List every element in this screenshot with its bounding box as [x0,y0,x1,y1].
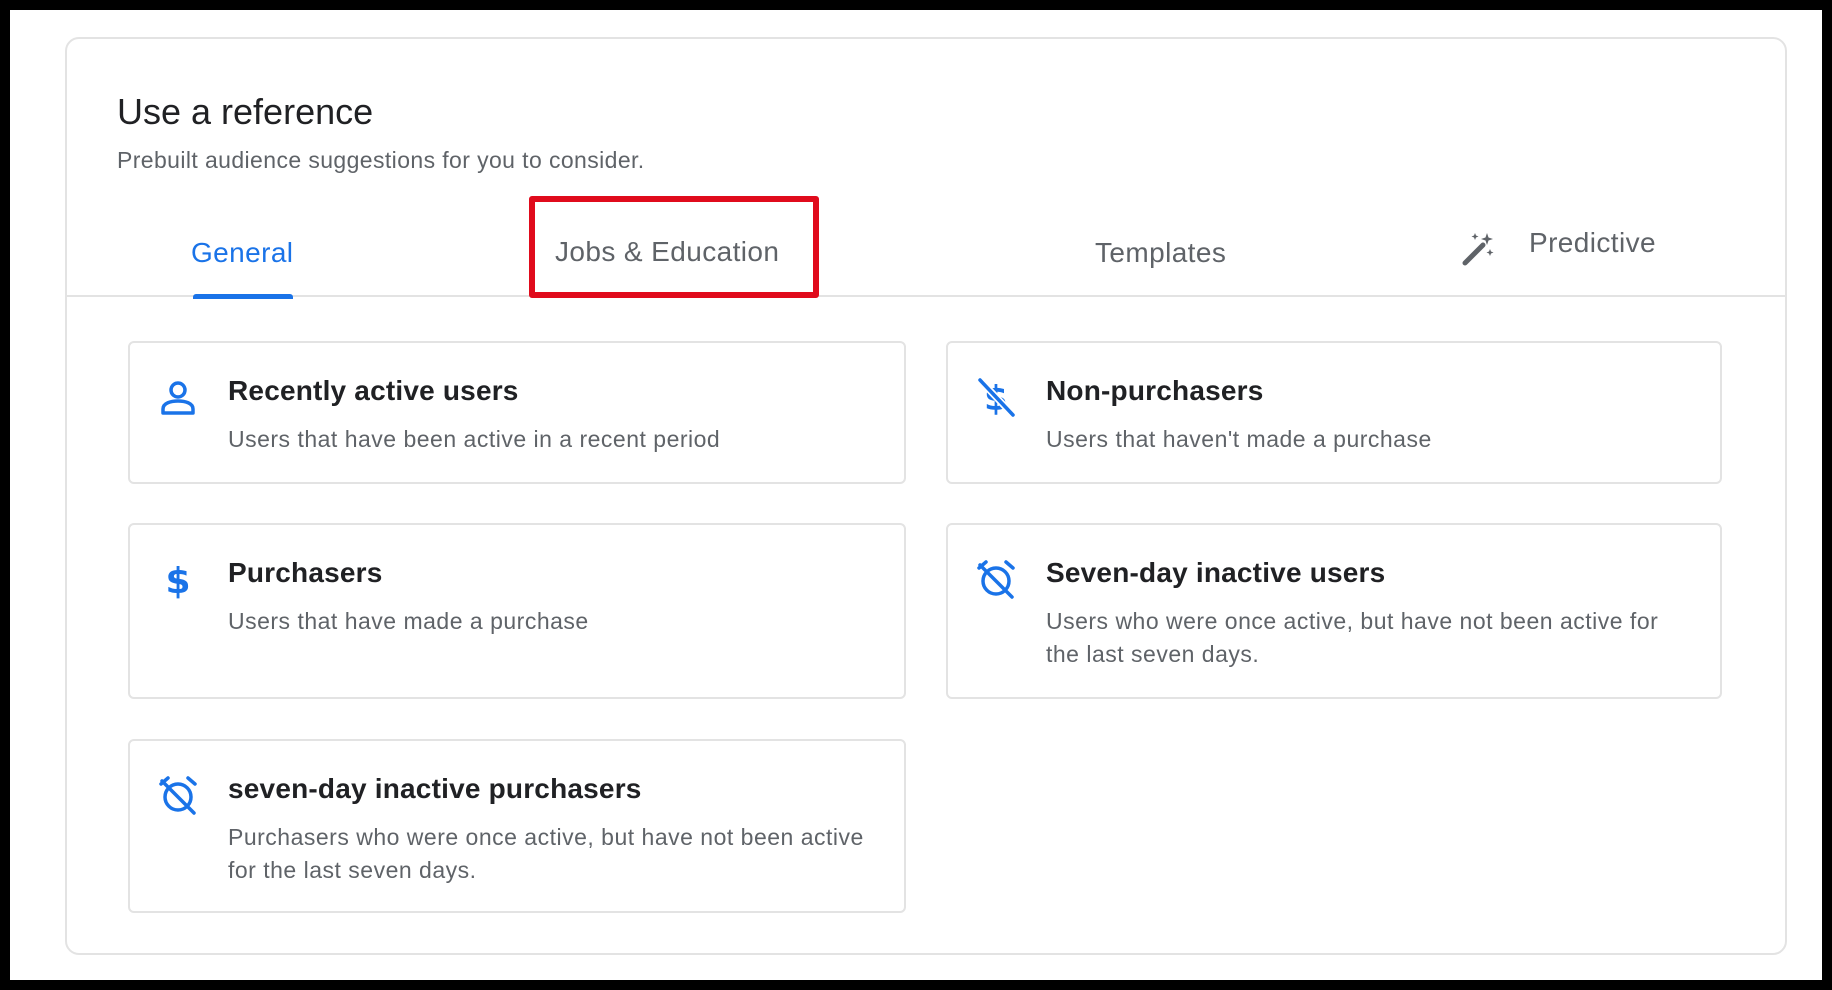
card-non-purchasers[interactable]: $ Non-purchasers Users that haven't made… [946,341,1722,484]
tab-jobs-education-label: Jobs & Education [555,236,780,267]
tab-bar: General Jobs & Education Templates Predi… [67,196,1785,299]
active-tab-indicator [193,294,293,299]
card-description: Users that haven't made a purchase [1046,426,1432,452]
card-purchasers[interactable]: $ Purchasers Users that have made a purc… [128,523,906,699]
tab-predictive-label: Predictive [1529,227,1656,258]
tab-general-label: General [191,237,294,268]
alarm-off-icon [977,560,1015,599]
card-seven-day-inactive-purchasers[interactable]: seven-day inactive purchasers Purchasers… [128,739,906,913]
card-title: Seven-day inactive users [1046,557,1386,588]
panel-subtitle: Prebuilt audience suggestions for you to… [117,147,645,173]
tab-general[interactable]: General [175,207,335,299]
dollar-icon: $ [165,561,190,599]
svg-text:$: $ [165,561,190,599]
card-title: Purchasers [228,557,383,588]
card-seven-day-inactive-users[interactable]: Seven-day inactive users Users who were … [946,523,1722,699]
panel-title: Use a reference [117,91,374,132]
tab-templates-label: Templates [1095,237,1227,268]
card-description: Users that have been active in a recent … [228,426,721,452]
alarm-off-icon [159,776,197,815]
card-title: Non-purchasers [1046,375,1264,406]
tab-templates[interactable]: Templates [1079,207,1279,297]
card-recently-active-users[interactable]: Recently active users Users that have be… [128,341,906,484]
card-title: Recently active users [228,375,519,406]
reference-panel: Use a reference Prebuilt audience sugges… [65,37,1787,955]
person-icon [161,381,195,415]
card-title: seven-day inactive purchasers [228,773,642,804]
card-description: Purchasers who were once active, but hav… [228,824,864,883]
tab-jobs-education[interactable]: Jobs & Education [529,196,819,298]
card-description: Users that have made a purchase [228,608,589,634]
magic-wand-icon [1462,233,1494,266]
no-dollar-icon: $ [977,377,1016,417]
screenshot-frame: Use a reference Prebuilt audience sugges… [0,0,1832,990]
tab-predictive[interactable]: Predictive [1437,207,1697,297]
card-description: Users who were once active, but have not… [1046,608,1659,667]
